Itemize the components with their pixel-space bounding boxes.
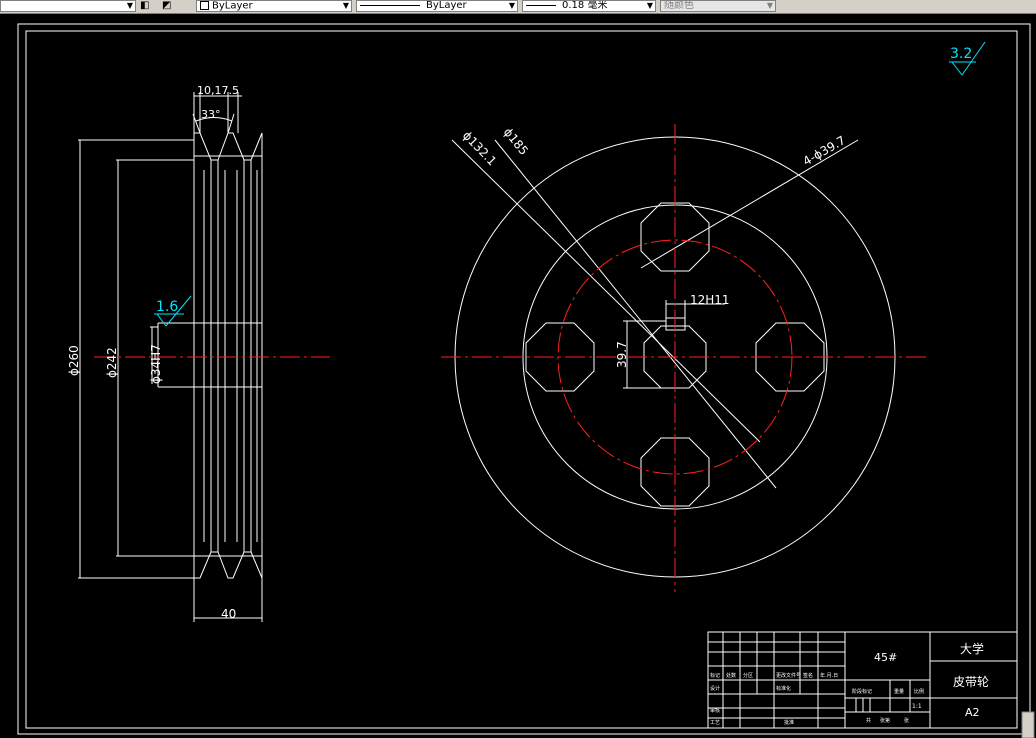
dim-outer-diameter: ϕ260	[67, 345, 81, 376]
tb-label-standard: 标准化	[776, 685, 791, 692]
tb-label-date: 年.月.日	[820, 672, 838, 679]
linetype-combo-value: ByLayer	[426, 0, 467, 11]
dim-keyway-width: 12H11	[690, 293, 730, 307]
tb-label-design: 设计	[710, 685, 720, 692]
lineweight-swatch-icon	[526, 4, 556, 6]
chevron-down-icon[interactable]: ▼	[127, 1, 133, 11]
linetype-swatch-icon	[360, 4, 420, 6]
roughness-label-main: 3.2	[950, 46, 972, 62]
lineweight-combo[interactable]: 0.18 毫米 ▼	[522, 0, 656, 12]
layer-stack-icon[interactable]: ◩	[162, 0, 171, 11]
chevron-down-icon: ▼	[766, 1, 773, 10]
tb-label-sheet-of: 张第	[880, 717, 890, 724]
color-swatch-icon	[200, 1, 209, 10]
toolbar-leftcombo-stub[interactable]: ▼	[0, 0, 136, 12]
dim-keyway-depth: 39.7	[615, 341, 629, 368]
layer-state-icon[interactable]: ◧	[140, 0, 149, 11]
dim-bore-diameter: ϕ34H7	[149, 344, 163, 384]
tb-label-mark: 标记	[710, 672, 720, 679]
chevron-down-icon[interactable]: ▼	[509, 1, 515, 11]
title-sheet-size: A2	[965, 706, 980, 719]
tb-label-sign: 签名	[803, 672, 813, 679]
tb-label-review: 审核	[710, 707, 720, 714]
plotstyle-combo-value: 随颜色	[664, 0, 694, 11]
tb-label-zone: 分区	[743, 672, 753, 679]
tb-label-process: 工艺	[710, 720, 720, 726]
linetype-combo[interactable]: ByLayer ▼	[356, 0, 518, 12]
layer-combo-value: ByLayer	[212, 0, 253, 12]
tb-label-count: 处数	[726, 672, 736, 679]
chevron-down-icon[interactable]: ▼	[647, 1, 653, 11]
tb-label-stage: 阶段标记	[852, 688, 872, 695]
title-part-name: 皮带轮	[953, 675, 989, 689]
dim-top-width: 10,17.5	[197, 84, 239, 97]
lineweight-combo-value: 0.18 毫米	[562, 0, 608, 11]
drawing-canvas[interactable]: 3.2 ϕ260 ϕ242 ϕ34H7 40 10,17.5 33° 1.6 ϕ…	[0, 14, 1036, 738]
dim-groove-angle: 33°	[201, 108, 221, 121]
title-school: 大学	[960, 641, 984, 656]
title-scale: 1:1	[912, 703, 922, 710]
vertical-scrollbar-stub[interactable]	[1021, 711, 1035, 738]
tb-label-change: 更改文件号	[776, 672, 801, 679]
tb-label-approve: 批准	[784, 719, 794, 726]
tb-label-total: 共	[866, 717, 871, 724]
layer-combo[interactable]: ByLayer ▼	[196, 0, 352, 12]
dim-hub-width: 40	[221, 607, 236, 621]
tb-label-ratio: 比例	[914, 688, 924, 695]
title-material: 45#	[874, 651, 897, 664]
plotstyle-combo: 随颜色 ▼	[660, 0, 776, 12]
dim-rim-diameter: ϕ242	[105, 347, 119, 378]
tb-label-sheet: 张	[904, 717, 909, 724]
tb-label-weight: 重量	[894, 688, 904, 695]
properties-toolbar: ▼ ◧ ◩ ByLayer ▼ ByLayer ▼ 0.18 毫米 ▼ 随颜色 …	[0, 0, 1036, 14]
roughness-label-bore: 1.6	[156, 299, 178, 315]
chevron-down-icon[interactable]: ▼	[343, 1, 349, 11]
